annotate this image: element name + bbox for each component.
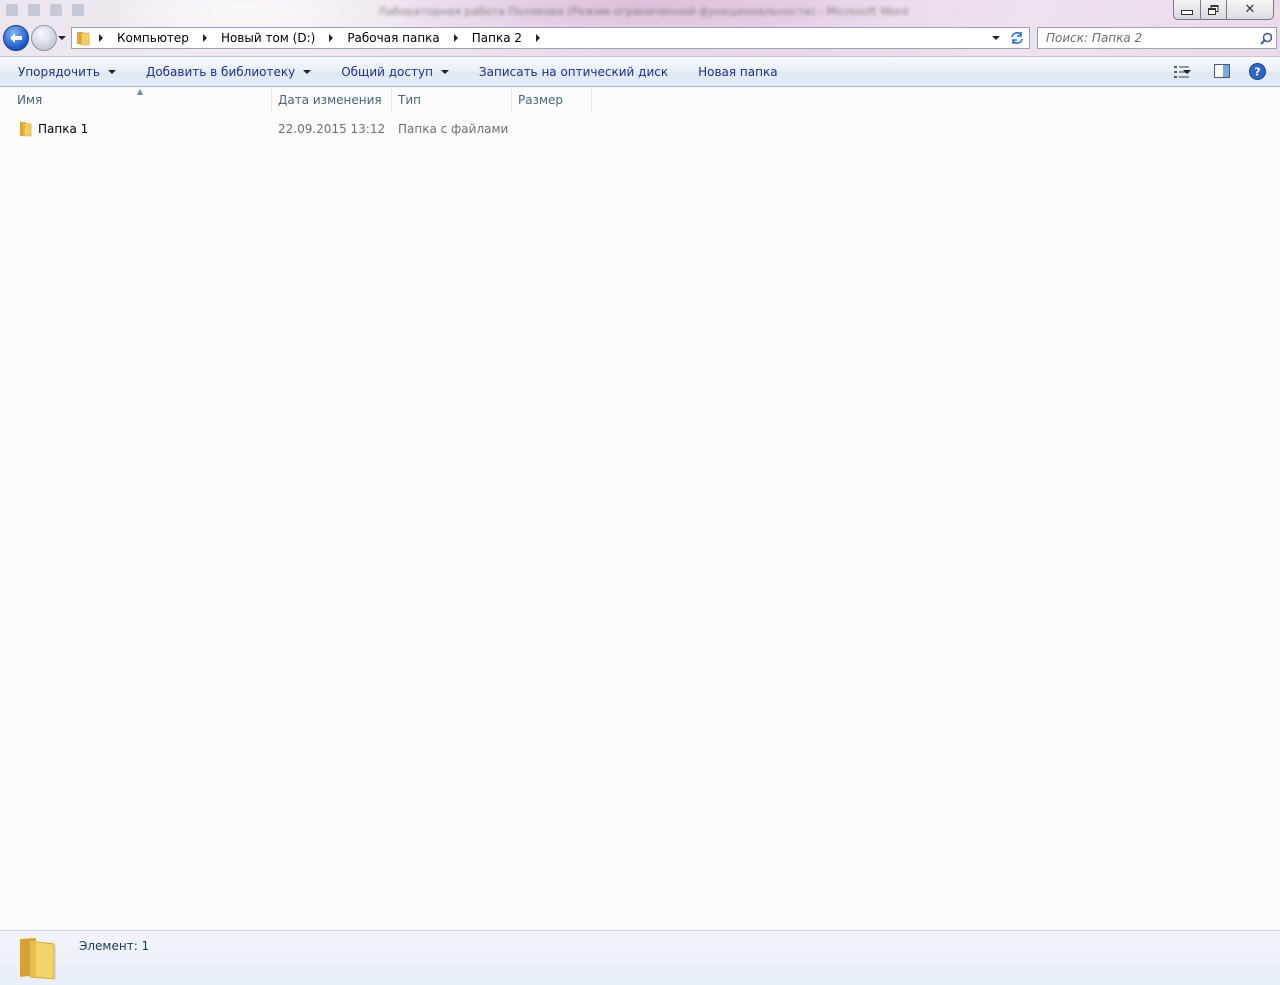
back-arrow-icon	[10, 33, 22, 43]
breadcrumb-separator[interactable]	[324, 28, 338, 48]
organize-label: Упорядочить	[18, 64, 100, 79]
chevron-down-icon	[303, 69, 312, 74]
new-folder-button[interactable]: Новая папка	[683, 57, 792, 86]
details-pane: Элемент: 1	[0, 930, 1280, 985]
chevron-down-icon	[440, 69, 449, 74]
word-icon	[6, 4, 18, 16]
refresh-icon	[1011, 32, 1023, 44]
folder-icon	[16, 935, 60, 981]
undo-icon	[50, 4, 62, 16]
restore-button[interactable]	[1201, 0, 1227, 20]
list-item[interactable]: Папка 1 22.09.2015 13:12 Папка с файлами	[14, 119, 514, 140]
help-icon: ?	[1249, 63, 1266, 80]
column-header-date[interactable]: Дата изменения	[272, 87, 391, 113]
caption-buttons: ✕	[1173, 0, 1274, 20]
address-history-dropdown[interactable]	[986, 28, 1006, 48]
sort-ascending-icon: ▲	[137, 87, 144, 96]
help-button[interactable]: ?	[1249, 63, 1266, 80]
svg-text:?: ?	[1254, 66, 1260, 79]
column-header-type[interactable]: Тип	[392, 87, 511, 113]
window-title: Лабораторная работа Полякова (Режим огра…	[378, 5, 908, 18]
breadcrumb-separator[interactable]	[198, 28, 212, 48]
burn-label: Записать на оптический диск	[478, 64, 669, 79]
search-icon[interactable]	[1256, 28, 1276, 48]
organize-button[interactable]: Упорядочить	[0, 57, 131, 86]
add-to-library-button[interactable]: Добавить в библиотеку	[131, 57, 326, 86]
file-date: 22.09.2015 13:12	[278, 122, 386, 136]
preview-pane-button[interactable]	[1214, 63, 1230, 79]
breadcrumb-drive-d[interactable]: Новый том (D:)	[212, 28, 324, 48]
command-toolbar: Упорядочить Добавить в библиотеку Общий …	[0, 57, 1280, 87]
share-label: Общий доступ	[341, 64, 433, 79]
close-button[interactable]: ✕	[1227, 0, 1274, 20]
breadcrumb-computer[interactable]: Компьютер	[108, 28, 198, 48]
column-headers: Имя ▲ Дата изменения Тип Размер	[0, 87, 1280, 113]
column-divider[interactable]	[591, 88, 592, 112]
breadcrumb-folder-2[interactable]: Папка 2	[463, 28, 531, 48]
chevron-down-icon	[1183, 69, 1191, 74]
file-name: Папка 1	[38, 122, 89, 136]
minimize-button[interactable]	[1173, 0, 1201, 20]
preview-pane-icon	[1214, 64, 1230, 78]
back-button[interactable]	[3, 25, 29, 51]
item-count: Элемент: 1	[79, 939, 150, 953]
folder-icon	[72, 28, 94, 48]
add-to-library-label: Добавить в библиотеку	[145, 64, 296, 79]
forward-arrow-icon	[38, 33, 50, 43]
recent-pages-button[interactable]	[57, 33, 67, 43]
share-button[interactable]: Общий доступ	[326, 57, 464, 86]
breadcrumb-work-folder[interactable]: Рабочая папка	[338, 28, 448, 48]
forward-button[interactable]	[31, 25, 57, 51]
column-header-size[interactable]: Размер	[512, 87, 591, 113]
search-box[interactable]	[1037, 27, 1277, 49]
title-bar: Лабораторная работа Полякова (Режим огра…	[0, 0, 1280, 57]
search-input[interactable]	[1038, 30, 1256, 46]
minimize-icon	[1181, 10, 1193, 15]
breadcrumb-separator[interactable]	[531, 28, 545, 48]
new-folder-label: Новая папка	[698, 64, 778, 79]
close-icon: ✕	[1244, 2, 1256, 17]
view-options-dropdown[interactable]	[1182, 57, 1192, 86]
refresh-button[interactable]	[1005, 27, 1030, 49]
breadcrumb-separator[interactable]	[449, 28, 463, 48]
folder-icon	[17, 121, 33, 137]
chevron-down-icon	[58, 36, 66, 40]
chevron-down-icon	[107, 69, 116, 74]
file-type: Папка с файлами	[398, 122, 509, 136]
address-bar[interactable]: Компьютер Новый том (D:) Рабочая папка П…	[71, 27, 1007, 49]
restore-icon	[1208, 4, 1219, 15]
redo-icon	[72, 4, 84, 16]
breadcrumb-separator[interactable]	[94, 28, 108, 48]
chevron-down-icon	[992, 36, 1000, 40]
burn-button[interactable]: Записать на оптический диск	[464, 57, 683, 86]
quick-access-toolbar	[6, 4, 84, 16]
save-icon	[28, 4, 40, 16]
